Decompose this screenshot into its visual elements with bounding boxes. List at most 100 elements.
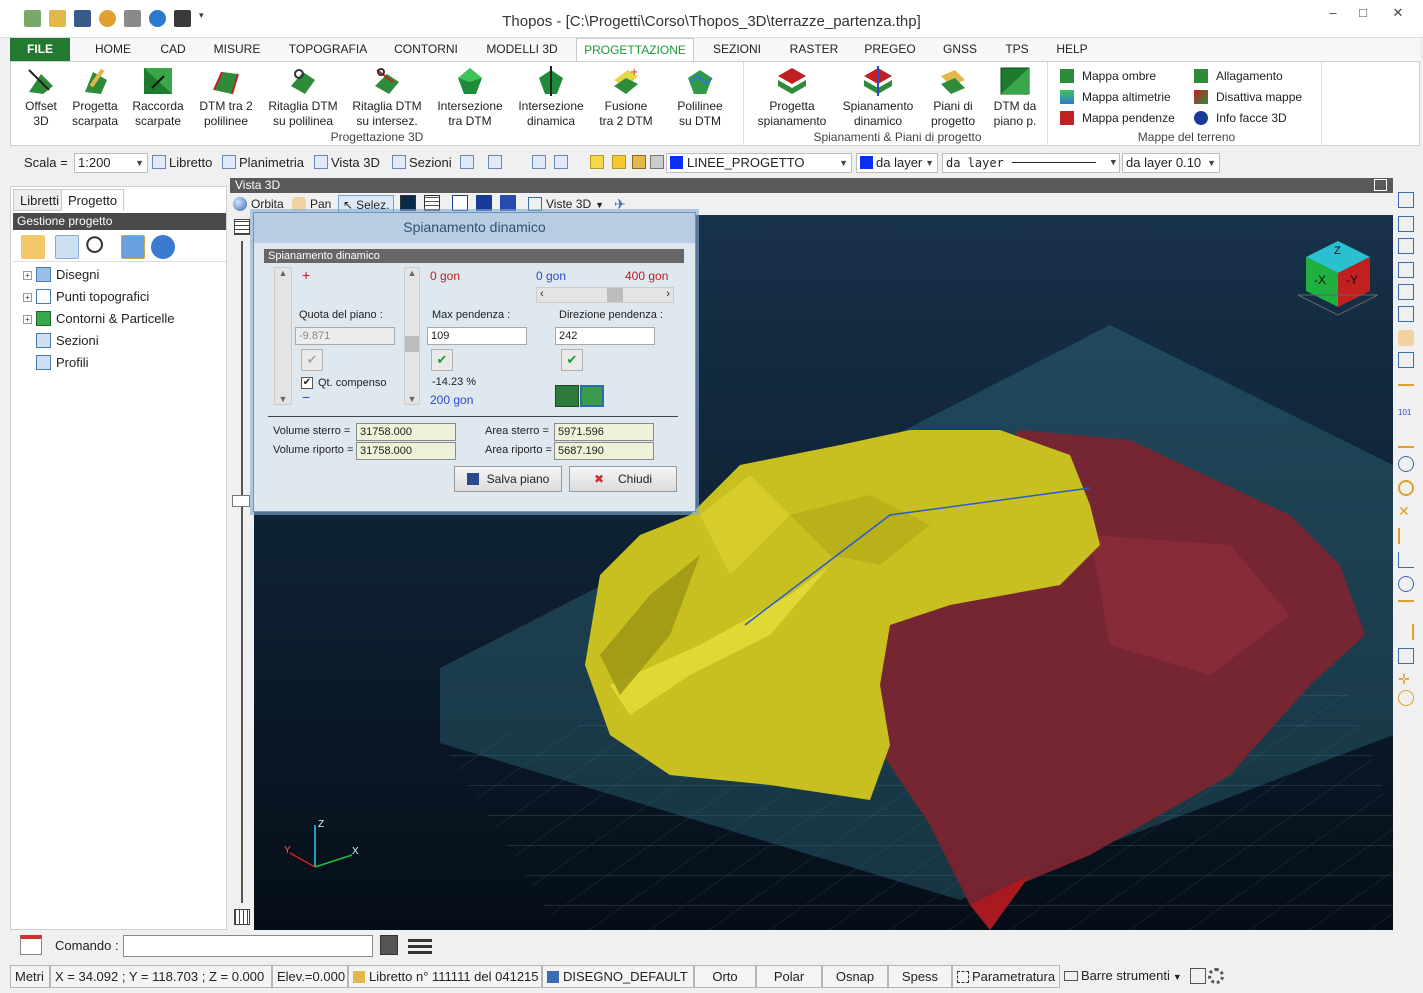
- tab-gnss[interactable]: GNSS: [932, 38, 988, 61]
- scroll-right-icon[interactable]: ›: [666, 288, 670, 300]
- tab-file[interactable]: FILE: [10, 38, 70, 61]
- snap-101-icon[interactable]: 101: [1398, 408, 1414, 424]
- layer-print-toggle[interactable]: [650, 153, 666, 173]
- snap-perpendicular-icon[interactable]: [1398, 552, 1414, 568]
- barre-strumenti-dropdown[interactable]: Barre strumenti ▼: [1060, 965, 1186, 988]
- zoom-window-icon[interactable]: [1398, 216, 1414, 232]
- view-cube-top-button[interactable]: [500, 195, 520, 213]
- linetype-select[interactable]: da layer ▼: [942, 153, 1120, 173]
- slider-thumb[interactable]: [232, 495, 250, 507]
- sync-icon[interactable]: [121, 235, 145, 259]
- intersezione-dinamica-button[interactable]: Intersezione dinamica: [515, 66, 587, 129]
- color-select[interactable]: da layer ▼: [856, 153, 938, 173]
- settings-gear-icon[interactable]: [1208, 968, 1224, 984]
- pendenza-scrollbar[interactable]: ▲ ▼: [404, 267, 420, 405]
- snap-extension-icon[interactable]: [1398, 528, 1414, 544]
- selez-button[interactable]: ↖ Selez.: [338, 195, 395, 213]
- snap-quadrant-icon[interactable]: [1398, 480, 1414, 496]
- snap-node-icon[interactable]: [1398, 648, 1414, 664]
- tab-tps[interactable]: TPS: [996, 38, 1038, 61]
- elevation-readout[interactable]: Elev.=0.000: [272, 965, 348, 988]
- dtm-tra-2-polilinee-button[interactable]: DTM tra 2 polilinee: [195, 66, 257, 129]
- direzione-scroll-thumb[interactable]: [607, 288, 623, 302]
- layer-freeze-toggle[interactable]: [612, 153, 628, 173]
- disattiva-mappe-button[interactable]: Disattiva mappe: [1194, 88, 1302, 106]
- ritaglia-dtm-polilinea-button[interactable]: Ritaglia DTM su polilinea: [265, 66, 341, 129]
- lineweight-select[interactable]: da layer 0.10 ▼: [1122, 153, 1220, 173]
- view-cube-solid-button[interactable]: [476, 195, 496, 213]
- tab-raster[interactable]: RASTER: [782, 38, 846, 61]
- zoom-in-icon[interactable]: [1398, 284, 1414, 300]
- libretto-button[interactable]: Libretto: [152, 153, 212, 173]
- salva-piano-button[interactable]: Salva piano: [454, 466, 562, 492]
- tab-pregeo[interactable]: PREGEO: [856, 38, 924, 61]
- refresh-icon[interactable]: [151, 235, 175, 259]
- maximize-button[interactable]: □: [1348, 5, 1378, 25]
- slider-building-icon[interactable]: [234, 909, 250, 925]
- tab-contorni[interactable]: CONTORNI: [386, 38, 466, 61]
- snap-midpoint-icon[interactable]: ✛: [1398, 672, 1414, 688]
- polilinee-dtm-button[interactable]: Polilinee su DTM: [665, 66, 735, 129]
- scroll-up-icon[interactable]: ▲: [405, 268, 419, 278]
- search-icon[interactable]: [85, 235, 109, 259]
- snap-tangent-icon[interactable]: [1398, 576, 1414, 592]
- snap-parallel-icon[interactable]: [1398, 624, 1414, 640]
- spess-toggle[interactable]: Spess: [888, 965, 952, 988]
- shade-button[interactable]: [400, 195, 420, 213]
- pan-hand-icon[interactable]: [1398, 330, 1414, 346]
- raccorda-scarpate-button[interactable]: Raccorda scarpate: [127, 66, 189, 129]
- zoom-101-icon[interactable]: [1398, 238, 1414, 254]
- tree-item-contorni-particelle[interactable]: + Contorni & Particelle: [23, 309, 175, 329]
- pan-button[interactable]: Pan: [292, 195, 331, 213]
- spianamento-dinamico-button[interactable]: Spianamento dinamico: [840, 66, 916, 129]
- snap-nearest-icon[interactable]: [1398, 600, 1414, 616]
- expand-icon[interactable]: +: [23, 315, 32, 324]
- planimetria-button[interactable]: Planimetria: [222, 153, 304, 173]
- tab-progetto[interactable]: Progetto: [61, 189, 125, 211]
- tree-item-disegni[interactable]: + Disegni: [23, 265, 99, 285]
- calendar-icon[interactable]: [20, 935, 42, 955]
- vista3d-button[interactable]: Vista 3D: [314, 153, 380, 173]
- parametratura-toggle[interactable]: Parametratura: [952, 965, 1060, 988]
- tree-item-profili[interactable]: Profili: [36, 353, 89, 373]
- tab-cad[interactable]: CAD: [150, 38, 196, 61]
- libretto-indicator[interactable]: Libretto n° 111111 del 041215: [348, 965, 542, 988]
- layer-on-toggle[interactable]: [590, 153, 606, 173]
- command-input[interactable]: [123, 935, 373, 957]
- orbita-button[interactable]: Orbita: [233, 195, 284, 213]
- scroll-up-icon[interactable]: ▲: [275, 268, 291, 278]
- osnap-toggle[interactable]: Osnap: [822, 965, 888, 988]
- disegno-indicator[interactable]: DISEGNO_DEFAULT: [542, 965, 694, 988]
- sezioni-button[interactable]: Sezioni: [392, 153, 452, 173]
- snap-center-icon[interactable]: [1398, 456, 1414, 472]
- list-icon[interactable]: [408, 936, 432, 954]
- view-maximize-icon[interactable]: [1374, 179, 1387, 191]
- chart-icon[interactable]: [21, 235, 45, 259]
- expand-icon[interactable]: +: [23, 271, 32, 280]
- info-facce-3d-button[interactable]: Info facce 3D: [1194, 109, 1287, 127]
- tree-item-sezioni[interactable]: Sezioni: [36, 331, 99, 351]
- tab-misure[interactable]: MISURE: [206, 38, 268, 61]
- fusione-dtm-button[interactable]: + Fusione tra 2 DTM: [595, 66, 657, 129]
- scala-select[interactable]: 1:200 ▼: [74, 153, 148, 173]
- spianamento-mode-a-button[interactable]: [555, 385, 579, 407]
- viste-3d-dropdown[interactable]: Viste 3D ▼: [528, 195, 604, 213]
- tab-home[interactable]: HOME: [86, 38, 140, 61]
- mappa-altimetrie-button[interactable]: Mappa altimetrie: [1060, 88, 1171, 106]
- mappa-ombre-button[interactable]: Mappa ombre: [1060, 67, 1156, 85]
- snap-settings-icon[interactable]: [1398, 690, 1414, 706]
- quota-scrollbar[interactable]: ▲ ▼: [274, 267, 292, 405]
- expand-icon[interactable]: +: [23, 293, 32, 302]
- wireframe-button[interactable]: [424, 195, 444, 213]
- slider-grid-icon[interactable]: [234, 219, 250, 235]
- tab-modelli-3d[interactable]: MODELLI 3D: [476, 38, 568, 61]
- piani-progetto-button[interactable]: Piani di progetto: [926, 66, 980, 129]
- layout-vertical-button[interactable]: [460, 153, 486, 173]
- snap-line-icon[interactable]: [1398, 432, 1414, 448]
- progetta-spianamento-button[interactable]: Progetta spianamento: [754, 66, 830, 129]
- allagamento-button[interactable]: Allagamento: [1194, 67, 1283, 85]
- tree-item-punti-topografici[interactable]: + Punti topografici: [23, 287, 149, 307]
- layer-lock-toggle[interactable]: [632, 153, 648, 173]
- tab-help[interactable]: HELP: [1046, 38, 1098, 61]
- tab-libretti[interactable]: Libretti: [13, 189, 67, 211]
